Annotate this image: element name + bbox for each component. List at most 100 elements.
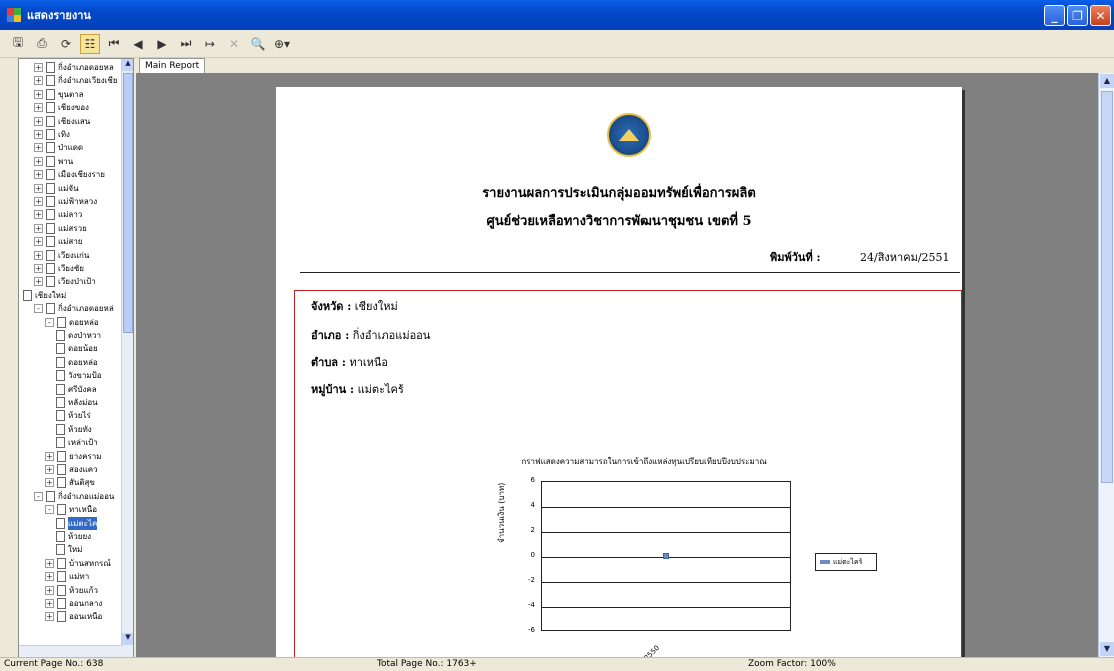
tree-item[interactable]: + สองแคว — [45, 463, 98, 476]
expand-icon[interactable]: + — [34, 156, 43, 166]
collapse-icon[interactable]: - — [34, 491, 43, 501]
tree-item[interactable]: เชียงใหม่ — [23, 289, 66, 302]
tree-item[interactable]: + สันติสุข — [45, 476, 95, 489]
expand-icon[interactable]: + — [45, 465, 54, 474]
scroll-up-icon[interactable]: ▲ — [1100, 74, 1114, 88]
previous-page-icon[interactable]: ◀ — [128, 34, 148, 54]
tree-item[interactable]: ห้วยยง — [56, 530, 91, 543]
close-icon[interactable]: ✕ — [224, 34, 244, 54]
zoom-icon[interactable]: ⊕▾ — [272, 34, 292, 54]
tree-item[interactable]: + ออนเหนือ — [45, 610, 102, 623]
refresh-icon[interactable]: ⟳ — [56, 34, 76, 54]
tree-item[interactable]: + แม่ฟ้าหลวง — [34, 195, 97, 208]
expand-icon[interactable]: + — [34, 183, 43, 193]
tree-item[interactable]: - กิ่งอำเภอดอยหล่ — [34, 302, 114, 315]
tree-item[interactable]: ห้วยทัง — [56, 423, 92, 436]
group-tree[interactable]: ▲ ▼ + กิ่งอำเภอดอยหล + กิ่งอำเภอเวียงเชีย + ข… — [18, 58, 134, 658]
collapse-icon[interactable]: - — [34, 304, 43, 314]
viewer-vertical-scrollbar[interactable]: ▲ ▼ — [1098, 73, 1114, 657]
collapse-icon[interactable]: - — [45, 317, 54, 327]
scroll-thumb[interactable] — [123, 73, 133, 333]
export-icon[interactable]: 🖫 — [8, 34, 28, 54]
minimize-button[interactable]: _ — [1044, 5, 1065, 26]
tree-item[interactable]: ใหม่ — [56, 543, 82, 556]
expand-icon[interactable]: + — [45, 585, 54, 595]
tree-item[interactable]: + แม่ทา — [45, 570, 89, 583]
expand-icon[interactable]: + — [45, 451, 54, 461]
expand-icon[interactable]: + — [45, 478, 54, 488]
expand-icon[interactable]: + — [34, 143, 43, 153]
tree-item[interactable]: + แม่ลาว — [34, 208, 82, 221]
expand-icon[interactable]: + — [45, 612, 54, 622]
tree-item[interactable]: + แม่จัน — [34, 182, 79, 195]
expand-icon[interactable]: + — [34, 130, 43, 139]
expand-icon[interactable]: + — [34, 223, 43, 233]
tree-item[interactable]: เหล่าเป้า — [56, 436, 98, 449]
district-value: กิ่งอำเภอแม่ออน — [352, 329, 431, 342]
tree-item[interactable]: - ทาเหนือ — [45, 503, 97, 516]
tree-item[interactable]: + ออนกลาง — [45, 597, 102, 610]
close-window-button[interactable]: ✕ — [1090, 5, 1111, 26]
find-icon[interactable]: 🔍 — [248, 34, 268, 54]
first-page-icon[interactable]: ⏮ — [104, 34, 124, 54]
document-icon — [57, 450, 66, 462]
tree-item[interactable]: หลังม่อน — [56, 396, 98, 409]
expand-icon[interactable]: + — [34, 264, 43, 273]
tab-main-report[interactable]: Main Report — [139, 58, 206, 73]
tree-item[interactable]: - กิ่งอำเภอแม่ออน — [34, 490, 114, 503]
expand-icon[interactable]: + — [34, 197, 43, 206]
collapse-icon[interactable]: - — [45, 505, 54, 515]
expand-icon[interactable]: + — [34, 277, 43, 287]
print-icon[interactable]: ⎙ — [32, 34, 52, 54]
tree-item[interactable]: ดงป่าหวา — [56, 329, 101, 342]
tree-item[interactable]: + บ้านสหกรณ์ — [45, 557, 111, 570]
tree-item[interactable]: ดอยน้อย — [56, 342, 98, 355]
tree-item[interactable]: + เชียงของ — [34, 101, 89, 114]
tree-item[interactable]: + เวียงชัย — [34, 262, 84, 275]
expand-icon[interactable]: + — [45, 572, 54, 582]
scroll-down-icon[interactable]: ▼ — [1100, 642, 1114, 656]
tree-item[interactable]: + ป่าแดด — [34, 141, 83, 154]
tree-item[interactable]: ห้วยไร่ — [56, 409, 91, 422]
report-viewer[interactable]: รายงานผลการประเมินกลุ่มออมทรัพย์เพื่อการ… — [136, 73, 1114, 662]
tree-item[interactable]: + แม่สรวย — [34, 222, 87, 235]
scroll-up-icon[interactable]: ▲ — [122, 59, 133, 71]
tree-item[interactable]: วังขามป้อ — [56, 369, 102, 382]
expand-icon[interactable]: + — [34, 76, 43, 86]
expand-icon[interactable]: + — [34, 170, 43, 180]
expand-icon[interactable]: + — [34, 63, 43, 72]
tree-item[interactable]: + ยางคราม — [45, 450, 102, 463]
expand-icon[interactable]: + — [34, 89, 43, 99]
tree-item[interactable]: + เมืองเชียงราย — [34, 168, 105, 181]
tree-item[interactable]: + ขุนตาล — [34, 88, 84, 101]
expand-icon[interactable]: + — [45, 558, 54, 568]
tree-item[interactable]: + กิ่งอำเภอดอยหล — [34, 61, 114, 74]
toggle-tree-icon[interactable]: ☷ — [80, 33, 100, 54]
tree-item[interactable]: ศรีบังคล — [56, 383, 97, 396]
scroll-down-icon[interactable]: ▼ — [122, 633, 133, 645]
maximize-button[interactable]: ❐ — [1067, 5, 1088, 26]
tree-item[interactable]: + เวียงป่าเป้า — [34, 275, 96, 288]
tree-item[interactable]: ดอยหล่อ — [56, 356, 98, 369]
last-page-icon[interactable]: ⏭ — [176, 34, 196, 54]
expand-icon[interactable]: + — [34, 116, 43, 126]
tree-item[interactable]: + เทิง — [34, 128, 70, 141]
tree-item[interactable]: + พาน — [34, 155, 73, 168]
goto-page-icon[interactable]: ↦ — [200, 34, 220, 54]
tree-item[interactable]: + ห้วยแก้ว — [45, 584, 98, 597]
tree-vertical-scrollbar[interactable]: ▲ ▼ — [121, 59, 133, 657]
expand-icon[interactable]: + — [34, 250, 43, 260]
tree-horizontal-scrollbar[interactable] — [19, 645, 123, 657]
tree-item[interactable]: + เชียงแสน — [34, 115, 90, 128]
expand-icon[interactable]: + — [45, 599, 54, 608]
tree-item[interactable]: + กิ่งอำเภอเวียงเชีย — [34, 74, 118, 87]
tree-item[interactable]: แม่ตะไค — [56, 516, 98, 530]
tree-item[interactable]: + แม่สาย — [34, 235, 83, 248]
tree-item[interactable]: - ดอยหล่อ — [45, 316, 99, 329]
tree-item[interactable]: + เวียงแก่น — [34, 249, 89, 262]
next-page-icon[interactable]: ▶ — [152, 34, 172, 54]
expand-icon[interactable]: + — [34, 210, 43, 220]
scroll-thumb[interactable] — [1101, 91, 1113, 483]
expand-icon[interactable]: + — [34, 103, 43, 113]
expand-icon[interactable]: + — [34, 237, 43, 247]
